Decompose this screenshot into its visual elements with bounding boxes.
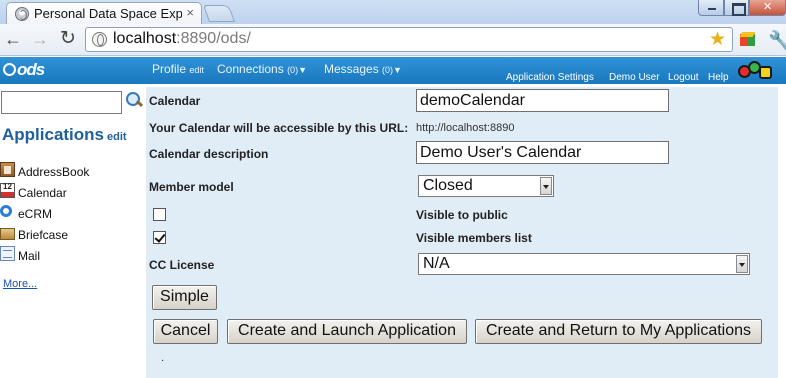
chevron-down-icon[interactable] — [540, 177, 552, 195]
panel-footer-dot: . — [161, 352, 165, 364]
calendar-icon — [0, 182, 15, 198]
address-book-icon — [0, 162, 15, 177]
chevron-down-icon: ▼ — [298, 65, 307, 75]
more-apps-link[interactable]: More... — [3, 278, 37, 290]
nav-connections[interactable]: Connections (0)▼ — [217, 62, 307, 76]
extension-cube-icon[interactable] — [739, 32, 756, 47]
demo-user-link[interactable]: Demo User — [609, 72, 660, 83]
tab-close-icon[interactable]: × — [186, 5, 194, 20]
crm-icon — [0, 205, 12, 217]
sidebar-item-label: Mail — [18, 249, 41, 263]
bookmark-star-icon[interactable]: ★ — [709, 28, 726, 51]
nav-messages[interactable]: Messages (0)▼ — [324, 62, 402, 76]
sidebar-item-briefcase[interactable]: Briefcase — [0, 225, 140, 243]
window-minimize-button[interactable] — [698, 0, 724, 16]
browser-tab-strip: Personal Data Space Expl × — [0, 0, 786, 24]
member-model-label: Member model — [149, 180, 234, 194]
sidebar-item-label: AddressBook — [18, 165, 90, 179]
openlink-brand-icon — [738, 61, 774, 81]
window-close-button[interactable] — [749, 0, 786, 16]
wrench-menu-icon[interactable]: 🔧 — [768, 29, 786, 53]
ods-top-bar: ods Profile edit Connections (0)▼ Messag… — [0, 57, 786, 84]
window-maximize-button[interactable] — [724, 0, 749, 16]
applications-edit-link[interactable]: edit — [107, 131, 127, 143]
visible-members-list-label: Visible members list — [416, 231, 532, 245]
chevron-down-icon: ▼ — [393, 65, 402, 75]
calendar-name-label: Calendar — [149, 94, 201, 108]
forward-arrow-icon[interactable]: → — [30, 29, 50, 49]
new-tab-button[interactable] — [202, 5, 236, 22]
calendar-description-input[interactable] — [416, 141, 669, 164]
cc-license-select[interactable]: N/A — [418, 253, 750, 275]
sidebar-item-label: eCRM — [18, 207, 53, 221]
right-gutter — [778, 87, 786, 378]
sidebar-item-ecrm[interactable]: eCRM — [0, 204, 140, 222]
calendar-description-label: Calendar description — [149, 147, 269, 161]
briefcase-icon — [0, 228, 15, 240]
address-url[interactable]: localhost:8890/ods/ — [113, 30, 251, 48]
page-favicon-icon — [15, 7, 29, 21]
address-bar[interactable]: localhost:8890/ods/ ★ — [85, 27, 733, 52]
calendar-url-label: Your Calendar will be accessible by this… — [149, 121, 409, 135]
simple-mode-button[interactable]: Simple — [152, 285, 217, 310]
back-arrow-icon[interactable]: ← — [3, 29, 23, 49]
sidebar-item-mail[interactable]: Mail — [0, 246, 140, 264]
reload-icon[interactable]: ↻ — [58, 29, 78, 49]
page-globe-icon — [92, 32, 107, 47]
applications-heading: Applications edit — [2, 125, 127, 144]
nav-profile-edit[interactable]: edit — [189, 65, 204, 75]
sidebar-item-label: Briefcase — [18, 228, 69, 242]
sidebar-item-label: Calendar — [18, 186, 67, 200]
nav-profile[interactable]: Profile edit — [152, 62, 204, 76]
visible-members-list-checkbox[interactable] — [153, 231, 166, 244]
calendar-url-value: http://localhost:8890 — [416, 122, 515, 134]
create-and-return-button[interactable]: Create and Return to My Applications — [475, 319, 762, 344]
visible-to-public-label: Visible to public — [416, 208, 508, 222]
visible-to-public-checkbox[interactable] — [153, 208, 166, 221]
logout-link[interactable]: Logout — [668, 72, 699, 83]
calendar-name-input[interactable] — [416, 89, 669, 112]
cancel-button[interactable]: Cancel — [153, 319, 218, 344]
browser-tab[interactable]: Personal Data Space Expl × — [6, 2, 202, 24]
chevron-down-icon[interactable] — [736, 255, 748, 273]
help-link[interactable]: Help — [708, 72, 729, 83]
sidebar-item-calendar[interactable]: Calendar — [0, 182, 140, 201]
mail-icon — [0, 246, 15, 261]
member-model-select[interactable]: Closed — [418, 175, 554, 197]
browser-toolbar: ← → ↻ localhost:8890/ods/ ★ — [0, 24, 786, 56]
tab-title: Personal Data Space Expl — [34, 6, 182, 21]
search-icon[interactable] — [125, 91, 143, 109]
create-and-launch-button[interactable]: Create and Launch Application — [227, 319, 467, 344]
sidebar-item-addressbook[interactable]: AddressBook — [0, 162, 140, 180]
cc-license-label: CC License — [149, 258, 215, 272]
application-settings-link[interactable]: Application Settings — [506, 72, 594, 83]
search-input[interactable] — [1, 91, 122, 114]
ods-logo[interactable]: ods — [3, 60, 45, 80]
